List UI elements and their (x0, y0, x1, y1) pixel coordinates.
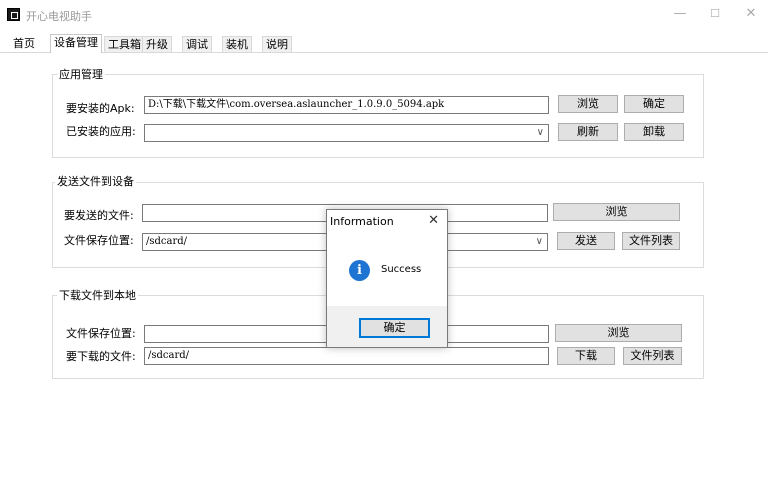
title-bar: 开心电视助手 — ☐ ✕ (0, 0, 768, 30)
download-file-title: 下载文件到本地 (57, 289, 138, 302)
send-file-browse-button[interactable]: 浏览 (553, 203, 680, 221)
minimize-button[interactable]: — (670, 4, 690, 24)
dialog-title: Information (330, 215, 394, 228)
info-icon: i (349, 260, 370, 281)
dialog-close-button[interactable]: ✕ (428, 213, 439, 228)
close-button[interactable]: ✕ (741, 4, 761, 24)
tab-debug[interactable]: 调试 (182, 36, 212, 52)
maximize-button[interactable]: ☐ (705, 4, 725, 24)
send-save-location-value: /sdcard/ (146, 236, 188, 247)
installed-apps-label: 已安装的应用: (66, 125, 136, 138)
download-save-location-label: 文件保存位置: (66, 327, 136, 340)
app-management-title: 应用管理 (57, 68, 105, 81)
window-title: 开心电视助手 (26, 10, 92, 23)
app-management-group (52, 74, 704, 158)
app-logo-icon (7, 8, 20, 21)
apk-label: 要安装的Apk: (66, 102, 135, 115)
refresh-button[interactable]: 刷新 (558, 123, 618, 141)
tab-upgrade[interactable]: 升级 (142, 36, 172, 52)
tab-help[interactable]: 说明 (262, 36, 292, 52)
installed-apps-select[interactable]: ∨ (144, 124, 549, 142)
download-browse-button[interactable]: 浏览 (555, 324, 682, 342)
chevron-down-icon: ∨ (535, 236, 543, 247)
send-save-location-label: 文件保存位置: (64, 234, 134, 247)
tab-home[interactable]: 首页 (10, 36, 38, 52)
apk-confirm-button[interactable]: 确定 (624, 95, 684, 113)
tab-install[interactable]: 装机 (222, 36, 252, 52)
information-dialog: Information ✕ i Success 确定 (326, 209, 448, 348)
download-button[interactable]: 下载 (557, 347, 615, 365)
send-file-label: 要发送的文件: (64, 209, 134, 222)
dialog-footer: 确定 (327, 306, 447, 347)
send-file-title: 发送文件到设备 (55, 175, 136, 188)
apk-path-input[interactable]: D:\下载\下载文件\com.oversea.aslauncher_1.0.9.… (144, 96, 549, 114)
apk-browse-button[interactable]: 浏览 (558, 95, 618, 113)
download-file-label: 要下载的文件: (66, 350, 136, 363)
tab-toolbox[interactable]: 工具箱 (104, 36, 145, 52)
uninstall-button[interactable]: 卸载 (624, 123, 684, 141)
tab-device-management[interactable]: 设备管理 (50, 34, 102, 53)
dialog-ok-button[interactable]: 确定 (359, 318, 430, 338)
dialog-message: Success (381, 264, 422, 275)
chevron-down-icon: ∨ (536, 127, 544, 138)
download-file-input[interactable]: /sdcard/ (144, 347, 549, 365)
download-file-list-button[interactable]: 文件列表 (623, 347, 682, 365)
send-file-list-button[interactable]: 文件列表 (622, 232, 680, 250)
send-button[interactable]: 发送 (557, 232, 615, 250)
